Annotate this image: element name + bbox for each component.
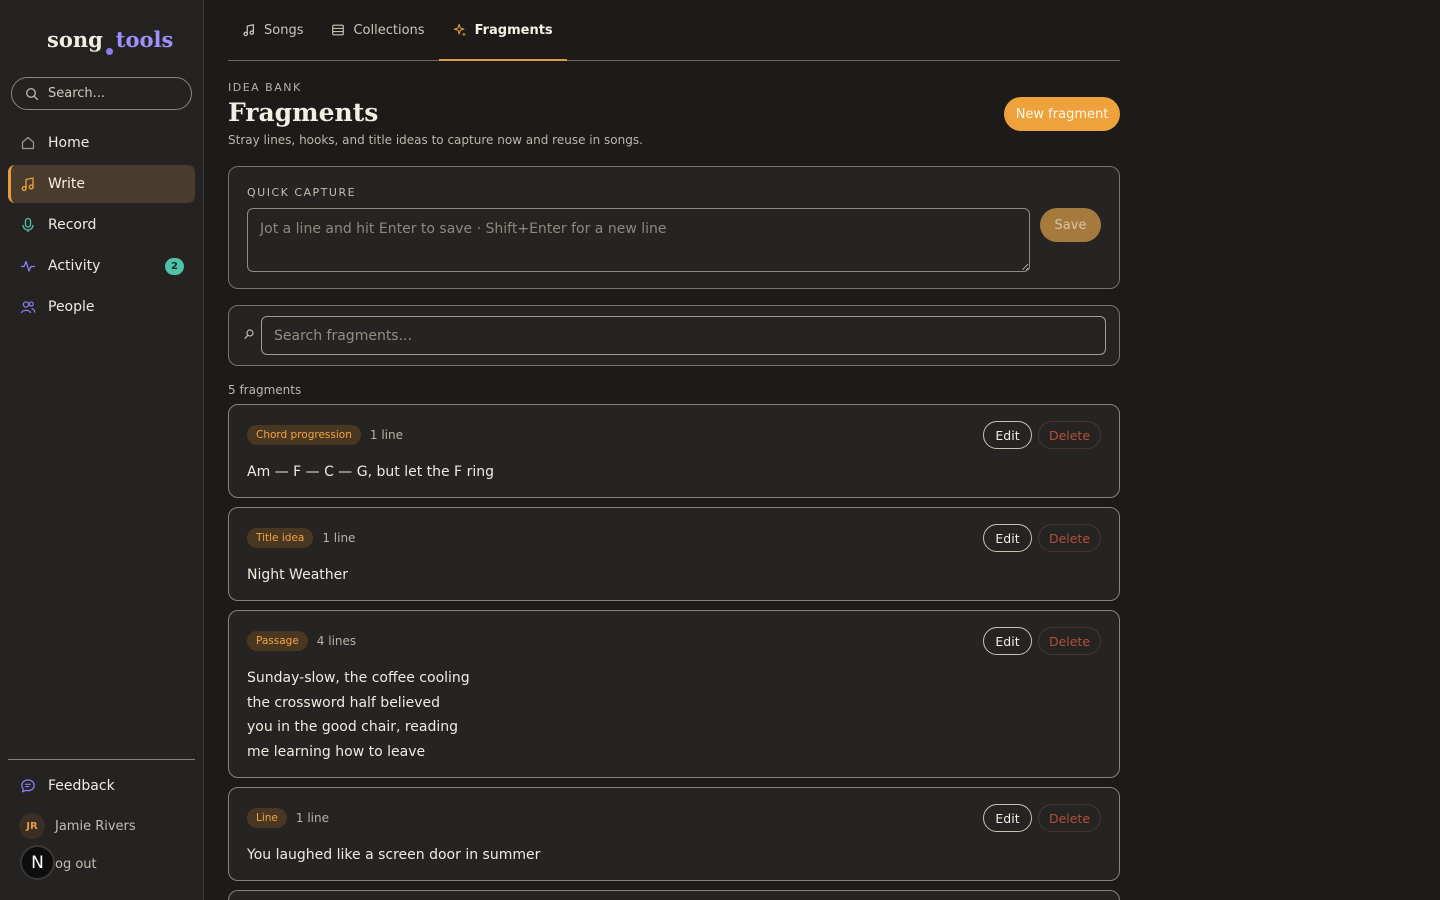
chat-bubble-icon — [20, 778, 36, 794]
sidebar-item-label: People — [48, 299, 95, 315]
sidebar-item-label: Write — [48, 176, 85, 192]
fragment-card: Passage 4 lines Edit Delete Sunday-slow,… — [228, 610, 1120, 778]
sidebar: song tools Home Write Record — [0, 0, 204, 900]
edit-button[interactable]: Edit — [983, 421, 1032, 449]
activity-count-badge: 2 — [165, 258, 184, 275]
fragment-count: 5 fragments — [228, 383, 302, 397]
fragment-tag: Line — [247, 808, 287, 828]
user-profile[interactable]: JR Jamie Rivers — [19, 813, 136, 839]
fragment-line: the crossword half believed — [247, 694, 440, 711]
sidebar-search[interactable] — [11, 77, 192, 110]
edit-button[interactable]: Edit — [983, 524, 1032, 552]
fragment-card: Title idea 1 line Edit Delete Night Weat… — [228, 507, 1120, 601]
new-fragment-button[interactable]: New fragment — [1004, 97, 1120, 131]
fragment-card: Line 1 line Edit Delete You laughed like… — [228, 787, 1120, 881]
sidebar-search-input[interactable] — [48, 86, 178, 101]
fragment-line: Sunday-slow, the coffee cooling — [247, 670, 470, 686]
microphone-icon — [20, 217, 36, 233]
sidebar-item-people[interactable]: People — [8, 288, 195, 326]
fragment-search-panel — [228, 305, 1120, 366]
fragment-search-input[interactable] — [261, 316, 1106, 355]
tab-collections[interactable]: Collections — [317, 0, 438, 60]
brand-word-1: song — [47, 27, 103, 52]
music-note-icon — [20, 176, 36, 192]
fragment-line-count: 1 line — [322, 531, 356, 545]
sidebar-item-activity[interactable]: Activity 2 — [8, 247, 195, 285]
sidebar-nav: Home Write Record Activity 2 People — [8, 124, 195, 329]
music-note-icon — [242, 23, 256, 37]
people-icon — [20, 299, 36, 315]
page-eyebrow: IDEA BANK — [228, 81, 302, 94]
brand-logo[interactable]: song tools — [47, 27, 173, 57]
fragment-line: You laughed like a screen door in summer — [247, 847, 541, 863]
sidebar-item-label: Home — [48, 135, 90, 151]
sidebar-item-write[interactable]: Write — [8, 165, 195, 203]
fragment-line-count: 1 line — [295, 811, 329, 825]
tab-label: Collections — [353, 22, 425, 38]
fragment-line-count: 4 lines — [316, 634, 357, 648]
delete-button[interactable]: Delete — [1038, 524, 1101, 552]
search-icon — [243, 328, 255, 342]
quick-capture-label: QUICK CAPTURE — [247, 186, 357, 199]
feedback-button[interactable]: Feedback — [8, 767, 195, 805]
delete-button[interactable]: Delete — [1038, 421, 1101, 449]
tab-label: Fragments — [474, 22, 553, 38]
brand-dot — [105, 48, 113, 55]
fragment-text: Night Weather — [247, 563, 348, 588]
tab-fragments[interactable]: Fragments — [438, 0, 567, 61]
fragment-card: Chord progression 1 line Edit Delete Am … — [228, 404, 1120, 498]
sidebar-item-label: Record — [48, 217, 97, 233]
floating-n-button[interactable]: N — [20, 845, 55, 880]
tab-songs[interactable]: Songs — [228, 0, 317, 60]
quick-capture-input[interactable] — [247, 208, 1030, 272]
collections-icon — [331, 23, 345, 37]
edit-button[interactable]: Edit — [983, 627, 1032, 655]
sidebar-divider — [8, 759, 195, 760]
tab-label: Songs — [264, 22, 304, 38]
fragment-line: me learning how to leave — [247, 743, 426, 760]
page-title: Fragments — [228, 98, 379, 127]
activity-icon — [20, 258, 36, 274]
fragment-text: Sunday-slow, the coffee cooling the cros… — [247, 666, 470, 764]
sidebar-item-home[interactable]: Home — [8, 124, 195, 162]
sidebar-item-label: Activity — [48, 258, 101, 274]
user-name: Jamie Rivers — [55, 818, 136, 834]
sparkle-icon — [453, 23, 467, 37]
tab-bar: Songs Collections Fragments — [228, 0, 1120, 61]
delete-button[interactable]: Delete — [1038, 804, 1101, 832]
search-icon — [25, 87, 39, 101]
edit-button[interactable]: Edit — [983, 804, 1032, 832]
fragment-tag: Passage — [247, 631, 308, 651]
home-icon — [20, 135, 36, 151]
save-button[interactable]: Save — [1040, 208, 1101, 242]
fragment-tag: Title idea — [247, 528, 314, 548]
fragment-tag: Chord progression — [247, 425, 361, 445]
fragment-line: Am — F — C — G, but let the F ring — [247, 464, 494, 480]
fragment-line: you in the good chair, reading — [247, 719, 459, 735]
quick-capture-panel: QUICK CAPTURE Save — [228, 166, 1120, 289]
delete-button[interactable]: Delete — [1038, 627, 1101, 655]
logout-link[interactable]: og out — [55, 857, 97, 872]
sidebar-item-record[interactable]: Record — [8, 206, 195, 244]
fragment-line-count: 1 line — [369, 428, 403, 442]
fragment-text: Am — F — C — G, but let the F ring — [247, 460, 494, 485]
fragment-text: You laughed like a screen door in summer — [247, 843, 540, 868]
avatar: JR — [19, 813, 45, 839]
fragment-line: Night Weather — [247, 567, 349, 583]
fragment-card — [228, 890, 1120, 900]
feedback-label: Feedback — [48, 778, 115, 794]
brand-word-2: tools — [115, 27, 174, 52]
page-subtitle: Stray lines, hooks, and title ideas to c… — [228, 133, 643, 147]
